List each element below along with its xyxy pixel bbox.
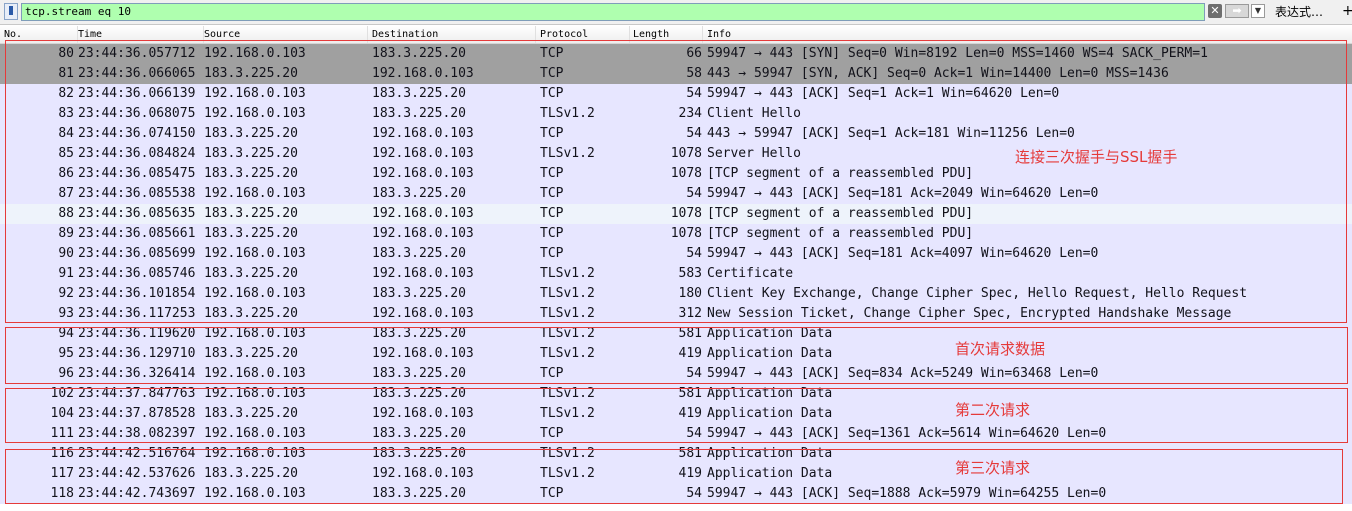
annotation-label-third-request: 第三次请求 <box>955 459 1031 477</box>
annotation-label-handshake: 连接三次握手与SSL握手 <box>1015 148 1178 166</box>
filter-history-dropdown-icon[interactable]: ▼ <box>1251 4 1265 18</box>
filter-bookmark-icon[interactable] <box>4 3 18 20</box>
annotation-box-second-request <box>5 388 1348 443</box>
expression-button[interactable]: 表达式… <box>1275 3 1323 21</box>
annotation-box-first-request <box>5 327 1348 384</box>
annotation-box-handshake <box>5 40 1347 323</box>
apply-filter-arrow-icon[interactable]: ➡ <box>1225 4 1249 18</box>
add-filter-button-icon[interactable]: + <box>1342 2 1352 20</box>
annotation-label-second-request: 第二次请求 <box>955 401 1031 419</box>
display-filter-input[interactable]: tcp.stream eq 10 <box>21 3 1205 21</box>
clear-filter-icon[interactable]: ✕ <box>1208 4 1222 18</box>
display-filter-toolbar: tcp.stream eq 10 ✕ ➡ ▼ 表达式… + <box>0 0 1352 25</box>
annotation-label-first-request: 首次请求数据 <box>955 340 1046 358</box>
annotation-box-third-request <box>5 449 1343 504</box>
